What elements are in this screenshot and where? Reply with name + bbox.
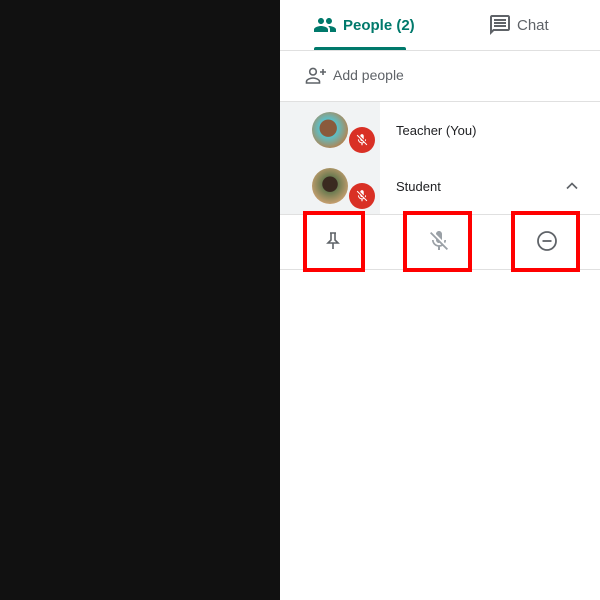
add-people-button[interactable]: Add people — [304, 63, 404, 87]
people-icon — [314, 18, 336, 32]
muted-badge — [349, 183, 375, 209]
add-people-label: Add people — [333, 67, 404, 83]
highlight-box — [303, 211, 365, 272]
mic-off-icon — [356, 190, 368, 202]
highlight-box — [511, 211, 580, 272]
participant-name: Student — [396, 179, 441, 194]
chevron-up-icon[interactable] — [562, 176, 582, 196]
chat-icon — [490, 15, 510, 35]
mic-off-icon — [356, 134, 368, 146]
muted-badge — [349, 127, 375, 153]
tab-people[interactable]: People (2) — [313, 0, 415, 50]
video-area — [0, 0, 280, 600]
person-add-icon — [305, 67, 326, 84]
tab-chat[interactable]: Chat — [488, 0, 549, 50]
tab-chat-label: Chat — [517, 16, 549, 34]
tab-people-label: People (2) — [343, 16, 415, 34]
participant-name: Teacher (You) — [396, 123, 477, 138]
people-panel: People (2) Chat Add people Teacher (You)… — [280, 0, 600, 600]
divider — [280, 50, 600, 51]
highlight-box — [403, 211, 472, 272]
avatar — [312, 168, 348, 204]
avatar — [312, 112, 348, 148]
